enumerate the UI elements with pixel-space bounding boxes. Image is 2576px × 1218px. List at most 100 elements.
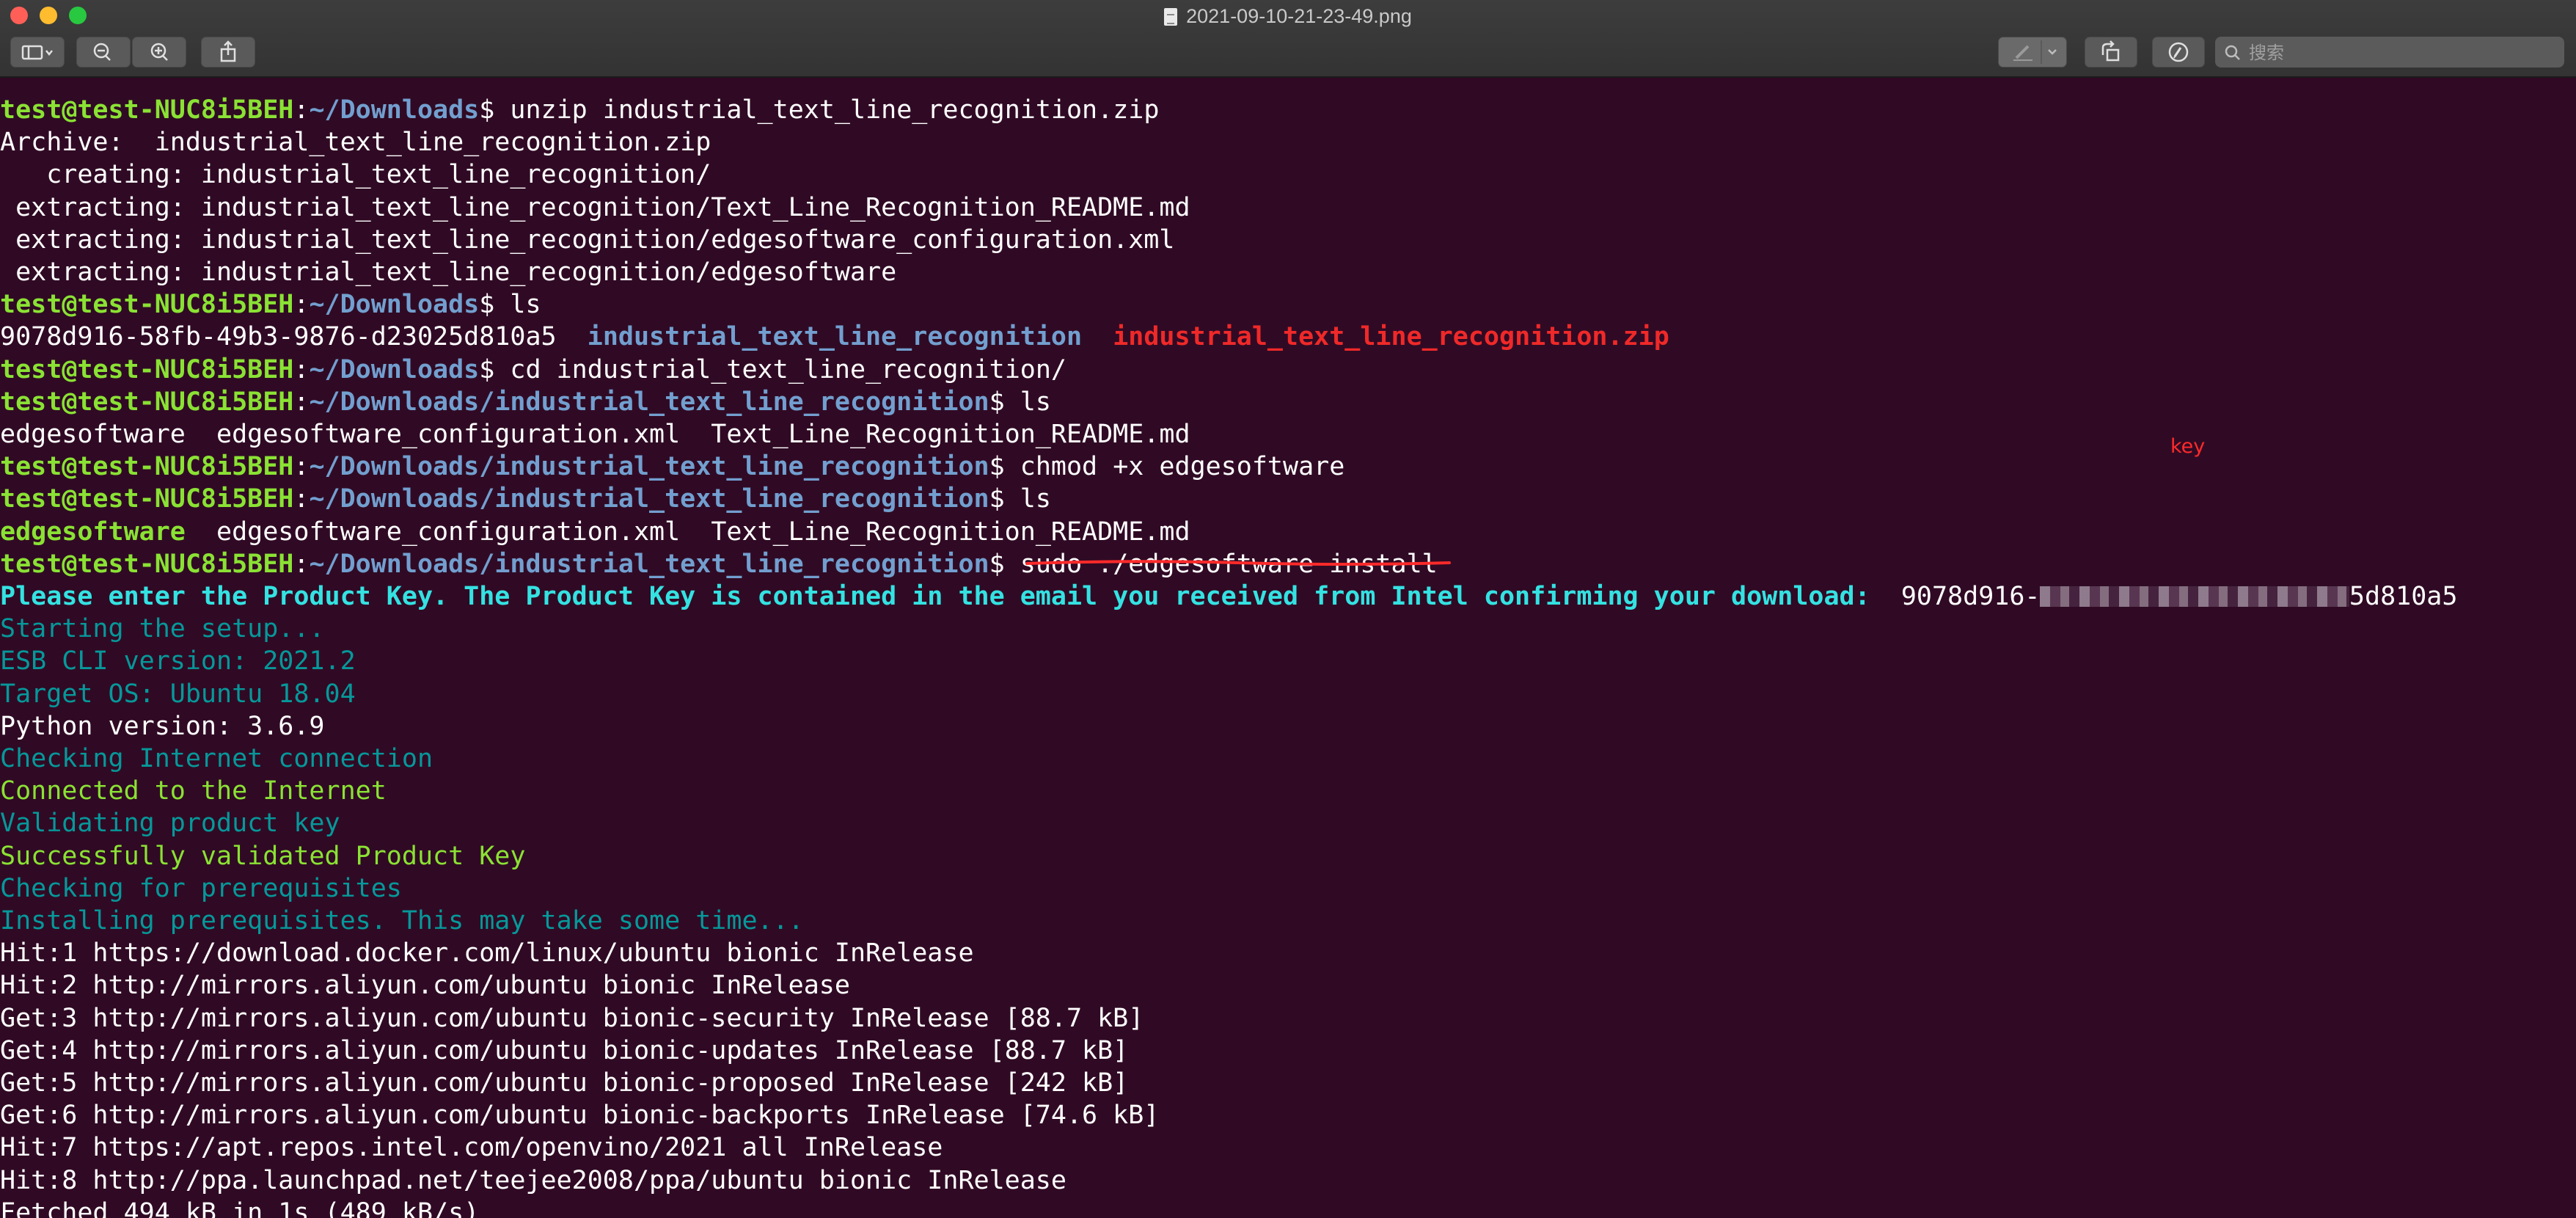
product-key-visible-end: 5d810a5 (2349, 582, 2458, 611)
terminal-line: Get:5 http://mirrors.aliyun.com/ubuntu b… (0, 1067, 1128, 1099)
prompt-symbol: $ (989, 484, 1005, 514)
product-key-visible-start: 9078d916- (1870, 582, 2041, 611)
zoom-in-button[interactable] (132, 37, 186, 68)
terminal-line: Validating product key (0, 807, 340, 839)
prompt-path: ~/Downloads (309, 95, 480, 125)
sidebar-view-button[interactable] (10, 37, 65, 68)
prompt-symbol: $ (479, 95, 495, 125)
terminal-line: Get:4 http://mirrors.aliyun.com/ubuntu b… (0, 1035, 1128, 1067)
terminal-output-text: Checking Internet connection (0, 744, 433, 773)
product-key-redacted: 58fb-49b3-9876-d2302 (2040, 580, 2350, 613)
terminal-output-text: Get:5 http://mirrors.aliyun.com/ubuntu b… (0, 1068, 1129, 1098)
ls-output-line: edgesoftware edgesoftware_configuration.… (0, 516, 1190, 548)
prompt-symbol: $ (479, 354, 495, 384)
rotate-button[interactable] (2085, 37, 2137, 68)
terminal-output-text: Fetched 494 kB in 1s (489 kB/s) (0, 1197, 480, 1218)
document-icon (1164, 8, 1178, 26)
prompt-separator: : (293, 452, 310, 482)
terminal-line: Checking for prerequisites (0, 872, 402, 905)
prompt-separator: : (293, 354, 310, 384)
prompt-path: ~/Downloads/industrial_text_line_recogni… (309, 484, 989, 514)
terminal-output-text: Target OS: Ubuntu 18.04 (0, 679, 356, 709)
terminal-output-text: Hit:7 https://apt.repos.intel.com/openvi… (0, 1133, 943, 1163)
terminal-line: Target OS: Ubuntu 18.04 (0, 678, 356, 710)
terminal-output-text: Validating product key (0, 809, 340, 839)
command-text: chmod +x edgesoftware (1004, 452, 1345, 482)
prompt-user: test@test-NUC8i5BEH (0, 452, 294, 482)
markup-pen-icon (2013, 40, 2057, 64)
terminal-line: Successfully validated Product Key (0, 840, 525, 872)
terminal-output-text: Starting the setup... (0, 614, 325, 644)
command-text: cd industrial_text_line_recognition/ (494, 354, 1066, 384)
terminal-line: Connected to the Internet (0, 775, 387, 807)
terminal-line: extracting: industrial_text_line_recogni… (0, 256, 896, 288)
prompt-path: ~/Downloads (309, 354, 480, 384)
prompt-separator: : (293, 387, 310, 417)
key-annotation-label: key (2170, 435, 2206, 458)
prompt-path: ~/Downloads/industrial_text_line_recogni… (309, 549, 989, 579)
annotate-icon (2168, 42, 2189, 62)
terminal-prompt-line: test@test-NUC8i5BEH:~/Downloads$ unzip i… (0, 94, 1159, 126)
zoom-out-button[interactable] (76, 37, 131, 68)
terminal-line: Fetched 494 kB in 1s (489 kB/s) (0, 1197, 479, 1218)
prompt-symbol: $ (479, 290, 495, 320)
terminal-line: Hit:1 https://download.docker.com/linux/… (0, 937, 974, 969)
product-key-prompt: Please enter the Product Key. The Produc… (0, 582, 1870, 611)
preview-window: 2021-09-10-21-23-49.png 搜索 test@test-NUC… (0, 0, 2576, 1218)
annotate-button[interactable] (2152, 37, 2205, 68)
chevron-down-icon (2048, 49, 2057, 55)
search-input[interactable] (2247, 40, 2558, 66)
prompt-path: ~/Downloads/industrial_text_line_recogni… (309, 387, 989, 417)
terminal-line: Hit:8 http://ppa.launchpad.net/teejee200… (0, 1164, 1066, 1197)
terminal-output-text: Get:3 http://mirrors.aliyun.com/ubuntu b… (0, 1003, 1144, 1033)
terminal-output-text: Installing prerequisites. This may take … (0, 906, 804, 936)
share-button[interactable] (201, 37, 255, 68)
terminal-line: Python version: 3.6.9 (0, 710, 325, 743)
terminal-output-text: edgesoftware edgesoftware_configuration.… (0, 420, 1190, 449)
terminal-line: Checking Internet connection (0, 743, 433, 775)
terminal-prompt-line: test@test-NUC8i5BEH:~/Downloads/industri… (0, 386, 1051, 418)
markup-toolbar-button[interactable] (1998, 37, 2067, 68)
command-text: unzip industrial_text_line_recognition.z… (494, 95, 1160, 125)
terminal-prompt-line: test@test-NUC8i5BEH:~/Downloads/industri… (0, 483, 1051, 515)
terminal-line: creating: industrial_text_line_recogniti… (0, 158, 711, 191)
command-text: ls (494, 290, 541, 320)
terminal-output[interactable]: test@test-NUC8i5BEH:~/Downloads$ unzip i… (0, 78, 2576, 1218)
prompt-symbol: $ (989, 452, 1005, 482)
terminal-line: extracting: industrial_text_line_recogni… (0, 224, 1174, 256)
prompt-symbol: $ (989, 387, 1005, 417)
terminal-output-text: Python version: 3.6.9 (0, 711, 325, 741)
terminal-output-text: Get:6 http://mirrors.aliyun.com/ubuntu b… (0, 1101, 1160, 1131)
terminal-output-text: Connected to the Internet (0, 776, 387, 806)
terminal-output-text: Checking for prerequisites (0, 873, 402, 903)
command-text: ls (1004, 387, 1051, 417)
terminal-output-text: Get:4 http://mirrors.aliyun.com/ubuntu b… (0, 1035, 1129, 1065)
terminal-output-text: extracting: industrial_text_line_recogni… (0, 192, 1190, 222)
terminal-output-text: extracting: industrial_text_line_recogni… (0, 258, 897, 287)
terminal-line: Starting the setup... (0, 613, 325, 645)
prompt-user: test@test-NUC8i5BEH (0, 484, 294, 514)
terminal-output-text: Hit:2 http://mirrors.aliyun.com/ubuntu b… (0, 971, 850, 1001)
terminal-line: Installing prerequisites. This may take … (0, 905, 804, 937)
terminal-output-text: Archive: industrial_text_line_recognitio… (0, 128, 711, 158)
rotate-icon (2101, 40, 2120, 62)
ls-output-line: 9078d916-58fb-49b3-9876-d23025d810a5 ind… (0, 321, 1669, 353)
prompt-user: test@test-NUC8i5BEH (0, 549, 294, 579)
zoom-in-icon (150, 43, 168, 61)
terminal-line: edgesoftware edgesoftware_configuration.… (0, 418, 1190, 451)
terminal-line: extracting: industrial_text_line_recogni… (0, 192, 1190, 224)
prompt-user: test@test-NUC8i5BEH (0, 95, 294, 125)
terminal-output-text: ESB CLI version: 2021.2 (0, 646, 356, 677)
terminal-line: Hit:2 http://mirrors.aliyun.com/ubuntu b… (0, 969, 850, 1002)
chevron-down-icon (45, 50, 53, 56)
ls-entry-rest: edgesoftware_configuration.xml Text_Line… (185, 517, 1190, 547)
search-field[interactable] (2215, 37, 2564, 68)
prompt-user: test@test-NUC8i5BEH (0, 290, 294, 320)
ls-entry-directory: industrial_text_line_recognition (587, 322, 1083, 352)
terminal-line: ESB CLI version: 2021.2 (0, 645, 356, 677)
terminal-line: Archive: industrial_text_line_recognitio… (0, 126, 711, 158)
title-toolbar: 2021-09-10-21-23-49.png (0, 0, 2576, 78)
prompt-separator: : (293, 549, 310, 579)
prompt-symbol: $ (989, 549, 1005, 579)
product-key-prompt-line: Please enter the Product Key. The Produc… (0, 580, 2457, 613)
